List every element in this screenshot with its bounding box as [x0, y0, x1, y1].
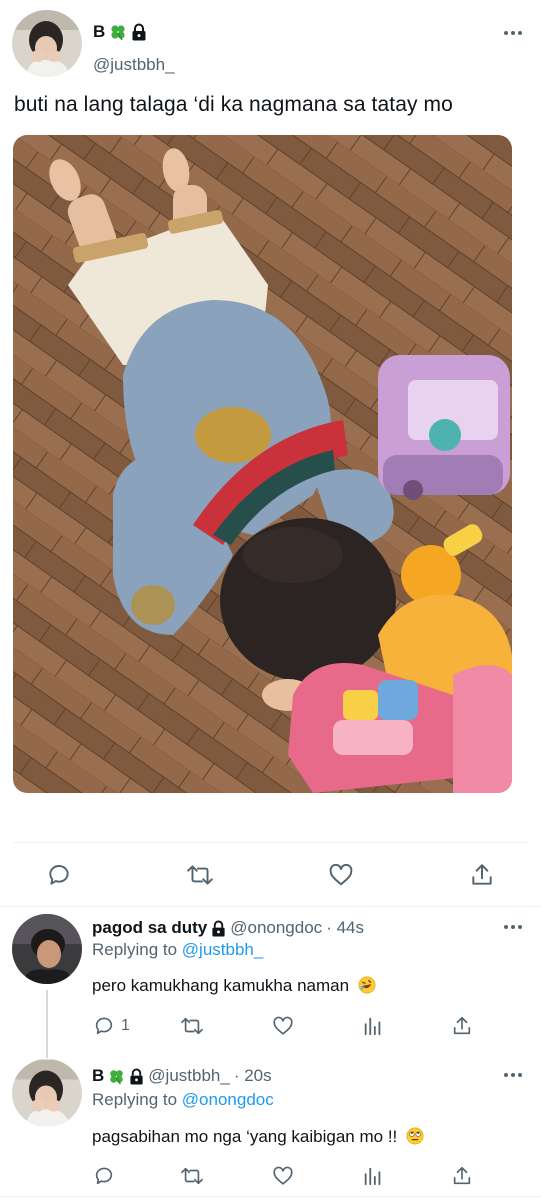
- share-icon: [472, 864, 492, 885]
- divider: [13, 842, 528, 843]
- reply-text: pero kamukhang kamukha naman: [92, 976, 350, 995]
- retweet-icon: [187, 865, 213, 885]
- more-options-icon[interactable]: [503, 922, 523, 932]
- like-button[interactable]: [271, 1015, 295, 1037]
- replying-label: Replying to: [92, 1090, 178, 1109]
- author-name-row[interactable]: B: [93, 22, 147, 42]
- lock-icon: [212, 920, 225, 936]
- author-handle[interactable]: @justbbh_: [93, 55, 175, 75]
- reply-avatar[interactable]: [12, 914, 82, 984]
- reply-text-row: pero kamukhang kamukha naman: [92, 976, 376, 996]
- more-options-icon[interactable]: [503, 28, 523, 38]
- divider: [0, 1196, 541, 1197]
- replying-to-line: Replying to @onongdoc: [92, 1090, 274, 1110]
- like-icon: [273, 1016, 293, 1035]
- share-icon: [453, 1166, 471, 1185]
- replying-to-link[interactable]: @onongdoc: [182, 1090, 274, 1109]
- reply-button[interactable]: [46, 862, 72, 888]
- reply-button[interactable]: [93, 1165, 115, 1187]
- reply-text: pagsabihan mo nga ‘yang kaibigan mo !!: [92, 1127, 398, 1146]
- like-icon: [273, 1166, 293, 1185]
- author-display-name[interactable]: B: [93, 22, 105, 42]
- analytics-icon: [364, 1017, 381, 1036]
- replying-to-line: Replying to @justbbh_: [92, 940, 263, 960]
- four-leaf-clover-icon: [111, 25, 125, 41]
- reply-display-name[interactable]: pagod sa duty: [92, 918, 207, 938]
- rolling-on-floor-laughing-emoji: [358, 976, 376, 994]
- share-button[interactable]: [451, 1015, 473, 1037]
- divider: [0, 906, 541, 907]
- lock-icon: [132, 23, 146, 41]
- thread-line: [46, 990, 48, 1058]
- retweet-icon: [181, 1167, 203, 1185]
- reply-header: pagod sa duty @onongdoc · 44s: [92, 918, 364, 938]
- reply-icon: [49, 865, 69, 885]
- reply-avatar[interactable]: [12, 1059, 82, 1127]
- share-icon: [453, 1016, 471, 1035]
- reply-timestamp[interactable]: · 20s: [234, 1066, 272, 1086]
- reply-timestamp[interactable]: · 44s: [326, 918, 364, 938]
- retweet-icon: [181, 1017, 203, 1035]
- replying-to-link[interactable]: @justbbh_: [182, 940, 264, 959]
- more-options-icon[interactable]: [503, 1070, 523, 1080]
- tweet-text: buti na lang talaga ‘di ka nagmana sa ta…: [14, 93, 453, 116]
- reply-handle[interactable]: @justbbh_: [148, 1066, 230, 1086]
- analytics-button[interactable]: [362, 1165, 384, 1187]
- reply-icon: [95, 1017, 113, 1035]
- like-button[interactable]: [271, 1165, 295, 1187]
- reply-count: 1: [121, 1017, 130, 1034]
- reply-button[interactable]: 1: [93, 1015, 130, 1037]
- reply-header: B @justbbh_ · 20s: [92, 1066, 272, 1086]
- reply-handle[interactable]: @onongdoc: [230, 918, 322, 938]
- analytics-icon: [364, 1167, 381, 1186]
- retweet-button[interactable]: [186, 862, 214, 888]
- replying-label: Replying to: [92, 940, 178, 959]
- lock-icon: [130, 1068, 143, 1084]
- tweet-photo[interactable]: [13, 135, 512, 793]
- share-button[interactable]: [469, 862, 495, 888]
- like-icon: [329, 863, 353, 886]
- reply-icon: [95, 1167, 113, 1185]
- reply-display-name[interactable]: B: [92, 1066, 104, 1086]
- retweet-button[interactable]: [180, 1165, 204, 1187]
- share-button[interactable]: [451, 1165, 473, 1187]
- like-button[interactable]: [327, 862, 355, 888]
- reply-text-row: pagsabihan mo nga ‘yang kaibigan mo !!: [92, 1127, 424, 1147]
- retweet-button[interactable]: [180, 1015, 204, 1037]
- face-with-rolling-eyes-emoji: [406, 1127, 424, 1145]
- analytics-button[interactable]: [362, 1015, 384, 1037]
- four-leaf-clover-icon: [110, 1069, 124, 1084]
- author-avatar[interactable]: [12, 10, 82, 77]
